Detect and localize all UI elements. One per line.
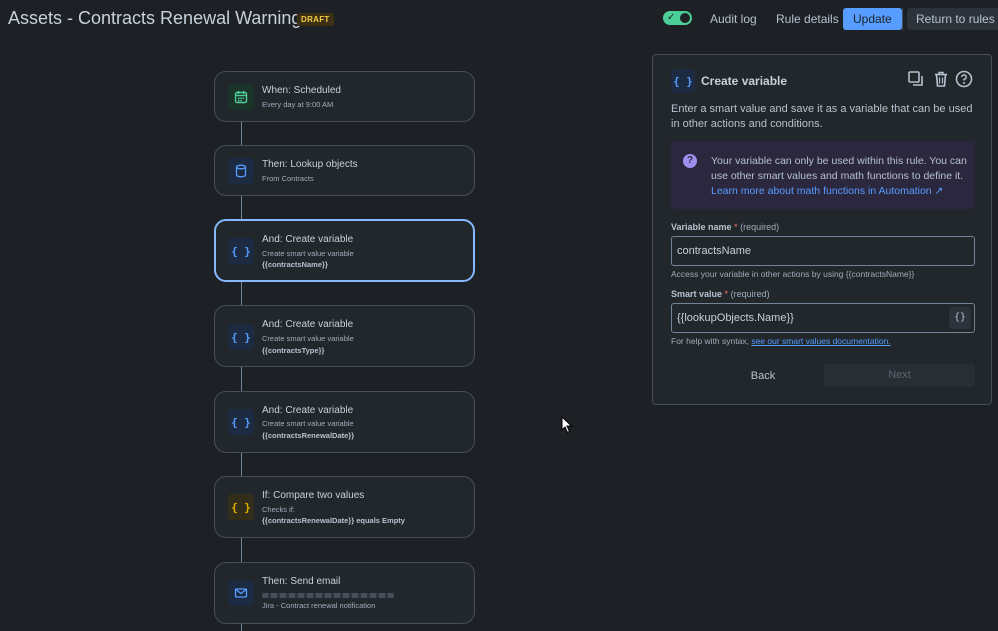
update-button[interactable]: Update — [843, 8, 902, 30]
node-title: And: Create variable — [262, 319, 354, 330]
node-title: And: Create variable — [262, 234, 354, 245]
return-to-rules-button[interactable]: Return to rules — [907, 8, 998, 30]
flow-node-create-variable-selected[interactable]: { } And: Create variable Create smart va… — [214, 219, 475, 282]
next-button[interactable]: Next — [824, 364, 975, 387]
insert-smart-value-button[interactable]: {} — [949, 307, 971, 329]
smart-value-input[interactable]: {{lookupObjects.Name}} {} — [671, 303, 975, 333]
node-subtitle: From Contracts — [262, 174, 314, 183]
info-message: ? Your variable can only be used within … — [671, 141, 975, 209]
smart-value-label-text: Smart value — [671, 289, 723, 299]
trash-icon[interactable] — [932, 70, 952, 90]
create-variable-panel: { } Create variable Enter a smart value … — [652, 54, 992, 405]
required-text: (required) — [730, 289, 770, 299]
question-icon: ? — [683, 154, 697, 168]
braces-icon: { } — [671, 69, 695, 93]
rule-details-button[interactable]: Rule details — [770, 8, 845, 30]
node-value: {{contractsRenewalDate}} equals Empty — [262, 516, 405, 525]
smart-value-label: Smart value * (required) — [671, 289, 770, 299]
node-subtitle: Every day at 9:00 AM — [262, 100, 334, 109]
smart-values-docs-link[interactable]: see our smart values documentation. — [751, 336, 890, 346]
back-button[interactable]: Back — [733, 365, 793, 387]
header-divider — [902, 8, 903, 30]
node-title: Then: Lookup objects — [262, 159, 358, 170]
toggle-knob — [680, 13, 690, 23]
flow-node-condition[interactable]: { } If: Compare two values Checks if: {{… — [214, 476, 475, 538]
page-title: Assets - Contracts Renewal Warning — [8, 8, 302, 28]
braces-icon: { } — [228, 238, 254, 264]
node-title: Then: Send email — [262, 576, 341, 587]
duplicate-icon[interactable] — [907, 70, 927, 90]
info-text: Your variable can only be used within th… — [711, 155, 967, 182]
node-subtitle: Jira - Contract renewal notification — [262, 601, 376, 610]
flow-node-lookup[interactable]: Then: Lookup objects From Contracts — [214, 145, 475, 196]
variable-help-text: Access your variable in other actions by… — [671, 269, 915, 279]
node-title: And: Create variable — [262, 405, 354, 416]
check-icon: ✓ — [667, 12, 676, 23]
required-marker: * — [724, 289, 729, 299]
smart-value-text: {{lookupObjects.Name}} — [677, 312, 794, 324]
rule-enabled-toggle[interactable]: ✓ — [663, 11, 692, 25]
required-marker: * — [734, 222, 738, 232]
flow-connector — [241, 282, 242, 305]
variable-name-label-text: Variable name — [671, 222, 732, 232]
syntax-help-prefix: For help with syntax, — [671, 336, 749, 346]
audit-log-button[interactable]: Audit log — [704, 8, 763, 30]
flow-connector — [241, 122, 242, 146]
braces-icon: { } — [228, 494, 254, 520]
variable-name-input[interactable]: contractsName — [671, 236, 975, 266]
node-subtitle: Create smart value variable — [262, 249, 354, 258]
node-subtitle: Create smart value variable — [262, 419, 354, 428]
braces-icon: { } — [228, 409, 254, 435]
syntax-help-text: For help with syntax, see our smart valu… — [671, 336, 891, 346]
flow-node-create-variable[interactable]: { } And: Create variable Create smart va… — [214, 305, 475, 367]
panel-description: Enter a smart value and save it as a var… — [671, 103, 973, 130]
node-title: If: Compare two values — [262, 490, 365, 501]
page-header: Assets - Contracts Renewal Warning DRAFT… — [0, 0, 998, 38]
node-value: {{contractsType}} — [262, 346, 325, 355]
help-icon[interactable] — [955, 70, 975, 90]
status-badge: DRAFT — [297, 13, 334, 26]
email-icon — [228, 580, 254, 606]
flow-connector — [241, 624, 242, 631]
database-icon — [228, 158, 254, 184]
math-functions-link[interactable]: Learn more about math functions in Autom… — [711, 185, 943, 197]
node-value: {{contractsRenewalDate}} — [262, 431, 355, 440]
info-text-block: Your variable can only be used within th… — [711, 154, 969, 199]
node-title: When: Scheduled — [262, 85, 341, 96]
braces-icon: { } — [228, 324, 254, 350]
flow-node-trigger[interactable]: When: Scheduled Every day at 9:00 AM — [214, 71, 475, 122]
mouse-cursor-icon — [561, 415, 573, 439]
node-subtitle: Create smart value variable — [262, 334, 354, 343]
flow-connector — [241, 538, 242, 562]
flow-connector — [241, 367, 242, 391]
required-text: (required) — [740, 222, 780, 232]
calendar-icon — [228, 84, 254, 110]
panel-title: Create variable — [701, 74, 788, 88]
flow-connector — [241, 453, 242, 476]
node-value: {{contractsName}} — [262, 260, 328, 269]
redacted-recipient — [262, 593, 394, 598]
flow-node-create-variable[interactable]: { } And: Create variable Create smart va… — [214, 391, 475, 453]
flow-node-send-email[interactable]: Then: Send email Jira - Contract renewal… — [214, 562, 475, 624]
node-subtitle: Checks if: — [262, 505, 295, 514]
flow-connector — [241, 196, 242, 219]
variable-name-label: Variable name * (required) — [671, 222, 779, 232]
